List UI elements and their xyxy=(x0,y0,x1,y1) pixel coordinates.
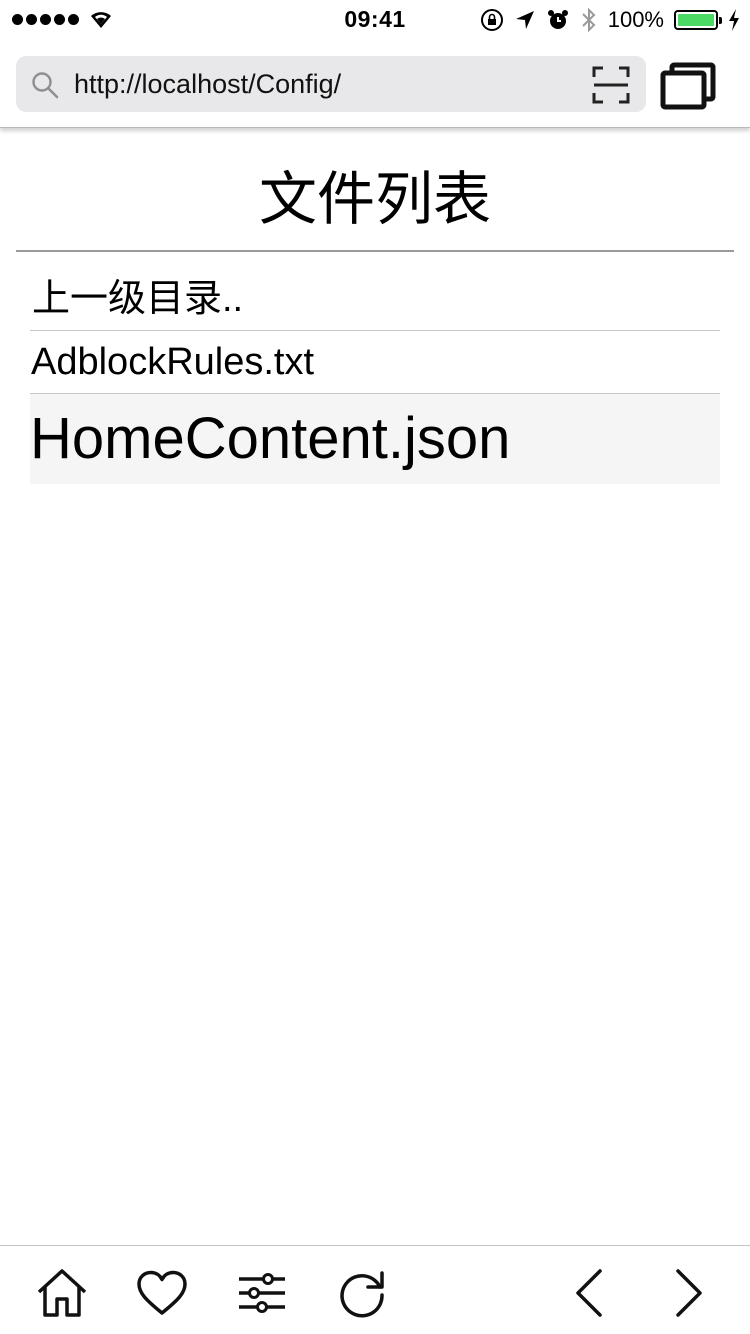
file-link-homecontent[interactable]: HomeContent.json xyxy=(30,394,720,484)
qr-scan-icon[interactable] xyxy=(592,66,630,104)
bluetooth-icon xyxy=(582,7,596,33)
heart-icon xyxy=(137,1270,187,1315)
battery-icon xyxy=(674,10,722,30)
url-field[interactable]: http://localhost/Config/ xyxy=(16,56,646,112)
refresh-button[interactable] xyxy=(335,1266,389,1320)
bottom-toolbar xyxy=(0,1245,750,1334)
location-arrow-icon xyxy=(515,11,534,29)
forward-button[interactable] xyxy=(662,1266,716,1320)
tabs-icon[interactable] xyxy=(660,62,716,110)
status-right-group: 100% xyxy=(480,6,740,34)
search-icon xyxy=(32,72,59,99)
battery-percentage: 100% xyxy=(607,7,664,32)
address-bar: http://localhost/Config/ xyxy=(0,40,750,128)
home-button[interactable] xyxy=(35,1266,89,1320)
title-divider xyxy=(16,250,734,252)
forward-arrow-icon xyxy=(676,1269,702,1317)
back-arrow-icon xyxy=(576,1269,602,1317)
back-button[interactable] xyxy=(562,1266,616,1320)
sliders-icon xyxy=(239,1273,285,1313)
status-bar: 09:41 100% xyxy=(0,0,750,40)
parent-directory-link[interactable]: 上一级目录.. xyxy=(30,270,720,331)
orientation-lock-icon xyxy=(480,9,503,31)
page-title: 文件列表 xyxy=(258,167,491,232)
file-list: 上一级目录.. AdblockRules.txt HomeContent.jso… xyxy=(30,270,720,484)
file-link-adblockrules[interactable]: AdblockRules.txt xyxy=(30,331,720,394)
url-text[interactable]: http://localhost/Config/ xyxy=(74,56,341,112)
alarm-icon xyxy=(547,10,568,29)
charging-bolt-icon xyxy=(729,9,739,31)
home-icon xyxy=(37,1269,87,1317)
refresh-icon xyxy=(340,1271,384,1318)
favorites-button[interactable] xyxy=(135,1266,189,1320)
settings-button[interactable] xyxy=(235,1266,289,1320)
